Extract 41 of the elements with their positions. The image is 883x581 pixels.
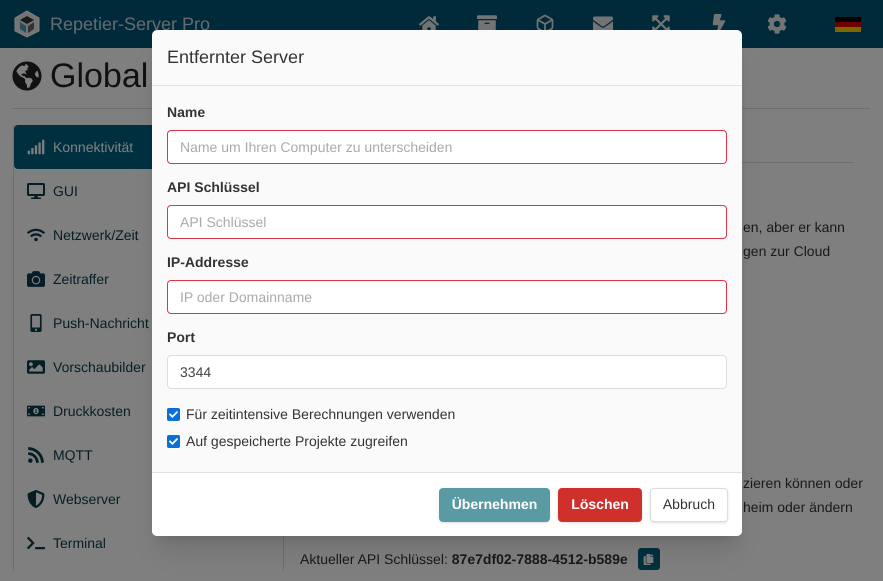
input-field[interactable]: 3344: [167, 355, 727, 389]
app-title: Repetier-Server Pro: [50, 12, 210, 36]
sidebar-item[interactable]: Terminal: [14, 521, 283, 565]
image-icon: [27, 358, 45, 376]
rss-icon: [27, 446, 45, 464]
input-field[interactable]: API Schlüssel: [167, 205, 727, 239]
api-key-text: Aktueller API Schlüssel: 87e7df02-7888-4512-b589e: [300, 550, 628, 569]
copy-icon: [643, 554, 654, 564]
dialog-button[interactable]: Übernehmen: [438, 488, 550, 522]
field-label: API Schlüssel: [167, 178, 261, 197]
input-field[interactable]: Name um Ihren Computer zu unterscheiden: [167, 130, 727, 164]
cube-logo-icon: [14, 10, 40, 38]
field-label: Port: [167, 328, 196, 347]
monitor-icon: [27, 182, 45, 200]
text-line: heim oder ändern: [743, 498, 854, 517]
dialog-button[interactable]: Abbruch: [650, 488, 728, 522]
text-line: gen zur Cloud: [743, 242, 832, 261]
shield-icon: [27, 490, 45, 508]
wifi-icon: [27, 226, 45, 244]
settings-icon[interactable]: [767, 14, 787, 34]
checkbox-label: Auf gespeicherte Projekte zugreifen: [186, 432, 408, 451]
german-flag-icon[interactable]: [835, 16, 861, 32]
checkbox-label: Für zeitintensive Berechnungen verwenden: [186, 405, 456, 424]
dialog-title: Entfernter Server: [167, 46, 304, 69]
dialog-button[interactable]: Löschen: [558, 488, 642, 522]
check-icon: [169, 437, 178, 446]
terminal-icon: [27, 534, 45, 552]
sidebar-item[interactable]: Webserver: [14, 477, 283, 521]
page-title: Global: [50, 56, 148, 97]
text-line: en, aber er kann: [743, 218, 846, 237]
field-label: Name: [167, 103, 206, 122]
check-icon: [169, 410, 178, 419]
checkbox[interactable]: [167, 435, 180, 448]
field-label: IP-Addresse: [167, 253, 250, 272]
camera-icon: [27, 270, 45, 288]
copy-button[interactable]: [638, 548, 660, 570]
checkbox[interactable]: [167, 408, 180, 421]
signal-bars-icon: [27, 138, 45, 156]
globe-icon: [12, 61, 42, 91]
input-field[interactable]: IP oder Domainname: [167, 280, 727, 314]
text-line: zieren können oder: [743, 474, 864, 493]
